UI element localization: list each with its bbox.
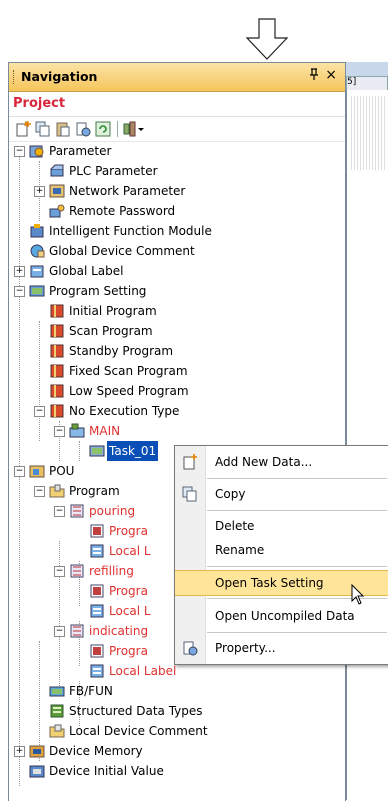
menu-item-property[interactable]: Property... [175, 636, 388, 660]
add-new-data-icon [183, 454, 197, 470]
collapse-icon[interactable]: − [14, 286, 25, 297]
local-device-comment-icon [49, 724, 65, 738]
navigation-panel: Navigation × Project − Parameter PLC Par… [8, 62, 346, 801]
collapse-icon[interactable]: − [54, 566, 65, 577]
plc-parameter-icon [50, 164, 64, 177]
new-data-icon[interactable] [15, 121, 31, 137]
local-label-icon [90, 604, 104, 618]
program-icon [50, 404, 64, 418]
program-icon [50, 344, 64, 358]
project-header: Project [9, 92, 345, 117]
down-arrow-icon [245, 18, 289, 60]
global-label-icon [30, 265, 44, 278]
panel-titlebar[interactable]: Navigation × [9, 63, 345, 92]
program-block-icon [70, 624, 84, 638]
project-label: Project [13, 96, 66, 111]
menu-item-open-uncompiled-data[interactable]: Open Uncompiled Data [175, 604, 388, 628]
context-menu: Add New Data... Copy Delete Rename Open … [174, 445, 388, 665]
program-body-icon [90, 644, 104, 658]
mouse-cursor-icon [351, 584, 365, 605]
expand-icon[interactable]: + [34, 186, 45, 197]
program-setting-icon [29, 285, 45, 297]
task-icon [89, 445, 105, 457]
refresh-icon[interactable] [95, 121, 111, 137]
tree-line [59, 541, 60, 686]
collapse-icon[interactable]: − [34, 406, 45, 417]
close-icon[interactable]: × [325, 67, 337, 83]
program-icon [50, 364, 64, 378]
collapse-icon[interactable]: − [14, 466, 25, 477]
program-icon [50, 324, 64, 338]
program-body-icon [90, 584, 104, 598]
parameter-icon [29, 145, 44, 158]
network-parameter-icon [49, 184, 65, 198]
local-label-icon [90, 544, 104, 558]
folder-icon [49, 484, 65, 498]
project-toolbar [9, 117, 345, 142]
menu-item-rename[interactable]: Rename [175, 538, 388, 562]
tree-line [39, 321, 40, 441]
dropdown-tool-icon[interactable] [123, 121, 145, 137]
expand-icon[interactable]: + [14, 266, 25, 277]
tree-line [19, 152, 20, 622]
tree-line [79, 441, 80, 461]
program-block-icon [70, 504, 84, 518]
device-comment-icon [30, 244, 45, 258]
program-icon [50, 304, 64, 318]
collapse-icon[interactable]: − [34, 486, 45, 497]
property-icon[interactable] [75, 121, 91, 137]
expand-icon[interactable]: + [14, 746, 25, 757]
device-initial-value-icon [29, 765, 45, 778]
module-icon [30, 224, 44, 238]
program-body-icon [90, 524, 104, 538]
pou-icon [29, 465, 45, 478]
collapse-icon[interactable]: − [54, 506, 65, 517]
copy-icon[interactable] [35, 121, 51, 137]
fb-fun-icon [49, 686, 65, 697]
copy-icon [182, 486, 197, 502]
panel-title: Navigation [21, 69, 98, 84]
program-block-icon [70, 564, 84, 578]
pin-icon[interactable] [309, 68, 319, 83]
editor-area: 5] [344, 62, 388, 800]
menu-item-copy[interactable]: Copy [175, 482, 388, 506]
local-label-icon [90, 664, 104, 678]
grip-icon[interactable] [13, 70, 17, 84]
device-memory-icon [29, 745, 45, 758]
collapse-icon[interactable]: − [54, 426, 65, 437]
structured-data-icon [50, 704, 64, 718]
menu-item-delete[interactable]: Delete [175, 514, 388, 538]
main-program-icon [69, 423, 85, 438]
collapse-icon[interactable]: − [14, 146, 25, 157]
menu-item-add-new-data[interactable]: Add New Data... [175, 450, 388, 474]
paste-icon[interactable] [55, 121, 71, 137]
property-icon [183, 641, 198, 656]
remote-password-icon [49, 204, 65, 218]
tree-line [19, 616, 20, 786]
program-icon [50, 384, 64, 398]
editor-tab[interactable]: 5] [346, 76, 388, 91]
collapse-icon[interactable]: − [54, 626, 65, 637]
